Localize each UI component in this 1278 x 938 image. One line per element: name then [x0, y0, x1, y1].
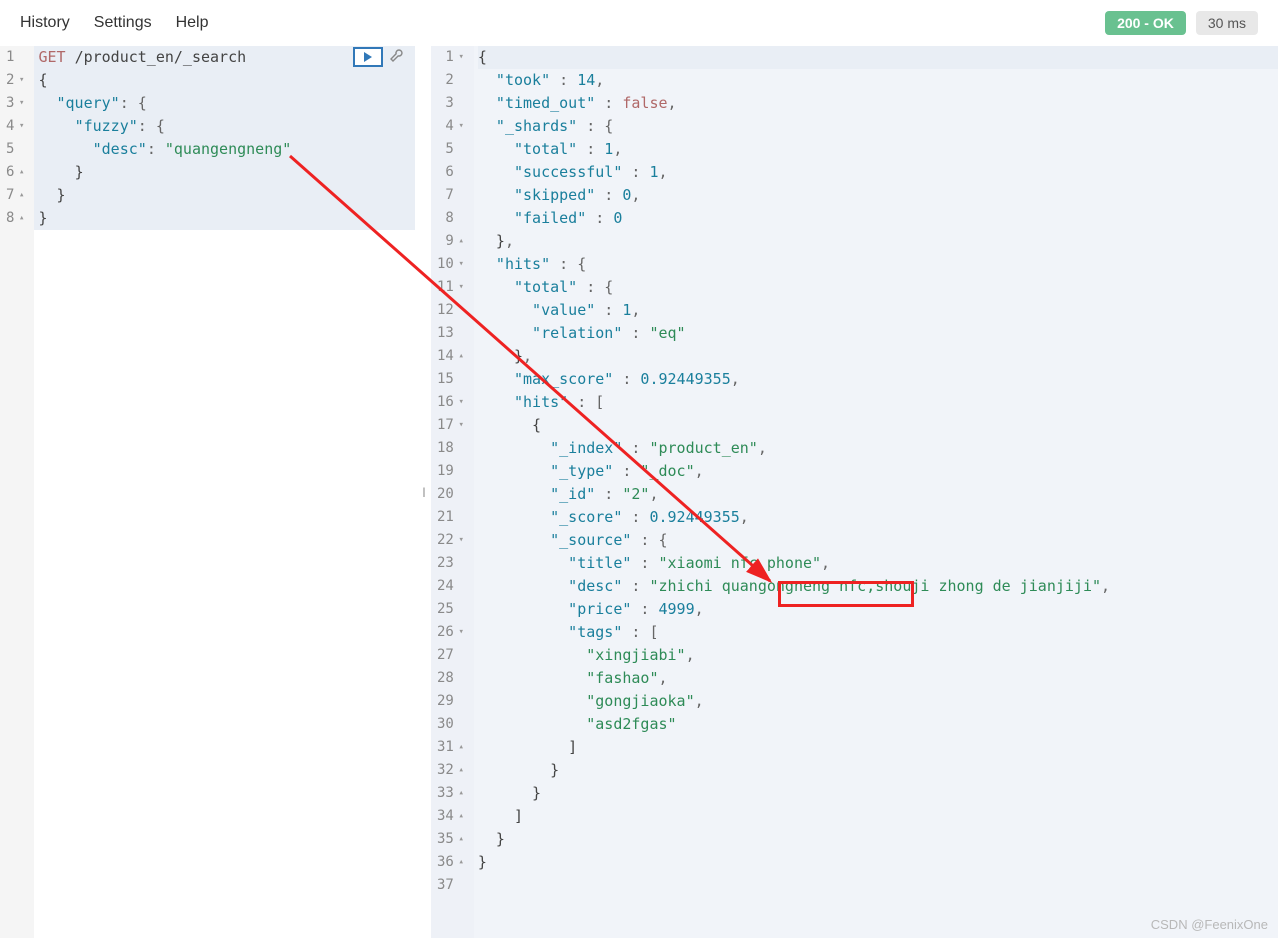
matched-term: quangongneng — [722, 577, 830, 595]
menubar: History Settings Help 200 - OK 30 ms — [0, 0, 1278, 46]
response-panel: 1▾234▾56789▴10▾11▾121314▴1516▾17▾1819202… — [431, 46, 1278, 938]
request-gutter: 12▾3▾4▾56▴7▴8▴ — [0, 46, 34, 938]
wrench-icon[interactable] — [389, 48, 405, 71]
time-badge: 30 ms — [1196, 11, 1258, 35]
watermark: CSDN @FeenixOne — [1151, 917, 1268, 932]
request-path: /product_en/_search — [75, 48, 247, 66]
http-method: GET — [38, 48, 65, 66]
menu-help[interactable]: Help — [176, 14, 209, 32]
menu-settings[interactable]: Settings — [94, 14, 152, 32]
response-viewer[interactable]: { "took" : 14, "timed_out" : false, "_sh… — [474, 46, 1278, 938]
fuzzy-query-value: "quangengneng" — [165, 140, 291, 158]
run-button[interactable] — [353, 47, 383, 67]
request-editor[interactable]: GET /product_en/_search { "query": { "fu… — [34, 46, 415, 938]
status-badge: 200 - OK — [1105, 11, 1186, 35]
panel-divider[interactable] — [415, 46, 431, 938]
menu-history[interactable]: History — [20, 14, 70, 32]
response-gutter: 1▾234▾56789▴10▾11▾121314▴1516▾17▾1819202… — [431, 46, 474, 938]
request-panel: 12▾3▾4▾56▴7▴8▴ GET /product_en/_search {… — [0, 46, 415, 938]
